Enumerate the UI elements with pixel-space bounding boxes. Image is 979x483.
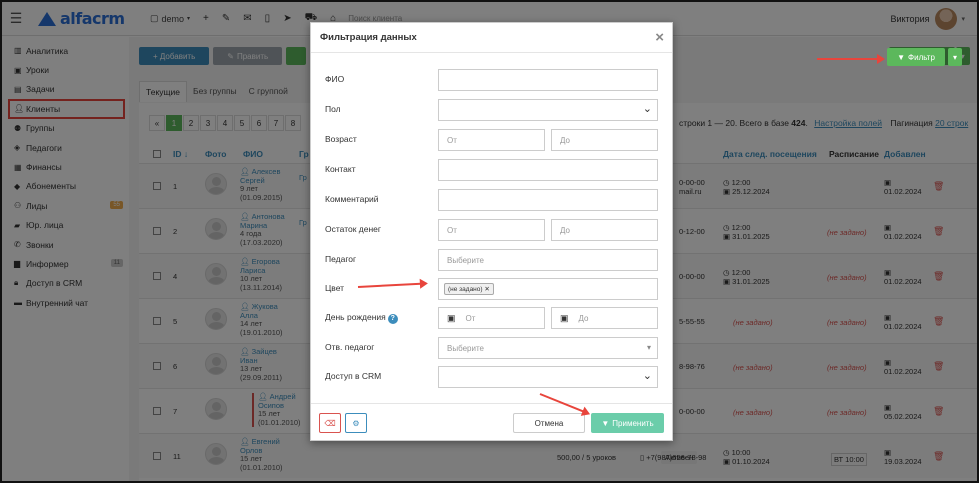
field-label: Контакт <box>325 164 356 174</box>
field-label: Остаток денег <box>325 224 382 234</box>
filter-settings-button[interactable]: ⚙ <box>345 413 367 433</box>
field-age: Возраст От До <box>311 129 674 151</box>
remove-tag-icon[interactable]: ✕ <box>484 286 489 293</box>
age-from-input[interactable]: От <box>438 129 545 151</box>
comment-input[interactable] <box>438 189 658 211</box>
field-crm-access: Доступ в CRM <box>311 366 674 388</box>
color-tag: (не задано) ✕ <box>444 283 494 295</box>
field-label: Отв. педагог <box>325 342 375 352</box>
close-icon[interactable]: × <box>655 29 664 46</box>
apply-button-label: Применить <box>612 418 654 428</box>
field-label: Цвет <box>325 283 345 293</box>
field-label: Комментарий <box>325 194 379 204</box>
fio-input[interactable] <box>438 69 658 91</box>
field-label: Педагог <box>325 254 357 264</box>
gear-icon: ⚙ <box>352 418 360 428</box>
field-fio: ФИО <box>311 69 674 91</box>
age-to-input[interactable]: До <box>551 129 658 151</box>
calendar-icon[interactable]: ▣ <box>447 313 456 324</box>
field-gender: Пол <box>311 99 674 121</box>
field-label: ФИО <box>325 74 345 84</box>
modal-title: Фильтрация данных <box>320 32 417 43</box>
field-label: День рождения? <box>325 312 398 324</box>
field-label: Пол <box>325 104 341 114</box>
app-frame: ☰ alfacrm ▢ demo ▾ + ✎ ✉ ▯ ➤ ⛟ ⌂ Поиск к… <box>0 0 979 483</box>
filter-button-highlight[interactable]: ▼ Фильтр <box>887 48 945 66</box>
eraser-icon: ⌫ <box>324 418 336 428</box>
color-tag-label: (не задано) <box>448 286 483 293</box>
field-label: Доступ в CRM <box>325 371 382 381</box>
color-multiselect[interactable]: (не задано) ✕ <box>438 278 658 300</box>
birthday-label: День рождения <box>325 312 386 322</box>
annotation-arrow-filter <box>817 54 885 64</box>
field-resp-teacher: Отв. педагог Выберите <box>311 337 674 359</box>
filter-modal: Фильтрация данных × ФИО Пол Возраст От Д… <box>310 22 673 441</box>
calendar-icon[interactable]: ▣ <box>560 313 569 324</box>
field-color: Цвет (не задано) ✕ <box>311 278 674 300</box>
gender-select[interactable] <box>438 99 658 121</box>
modal-footer: ⌫ ⚙ Отмена ▼ Применить <box>311 403 672 440</box>
apply-button[interactable]: ▼ Применить <box>591 413 664 433</box>
field-balance: Остаток денег От До <box>311 219 674 241</box>
clear-filter-button[interactable]: ⌫ <box>319 413 341 433</box>
filter-button-label: Фильтр <box>908 52 935 62</box>
help-icon[interactable]: ? <box>387 314 398 324</box>
field-birthday: День рождения? ▣ От ▣ До <box>311 307 674 329</box>
balance-to-input[interactable]: До <box>551 219 658 241</box>
resp-teacher-select[interactable]: Выберите <box>438 337 658 359</box>
cancel-button[interactable]: Отмена <box>513 413 585 433</box>
teacher-select[interactable]: Выберите <box>438 249 658 271</box>
from-placeholder: От <box>465 313 476 323</box>
filter-icon: ▼ <box>601 418 610 428</box>
to-placeholder: До <box>578 313 589 323</box>
filter-dropdown-highlight[interactable]: ▾ <box>948 48 962 66</box>
field-teacher: Педагог Выберите <box>311 249 674 271</box>
filter-icon: ▼ <box>897 52 906 62</box>
balance-from-input[interactable]: От <box>438 219 545 241</box>
modal-header: Фильтрация данных × <box>311 23 672 53</box>
crm-access-select[interactable] <box>438 366 658 388</box>
contact-input[interactable] <box>438 159 658 181</box>
birthday-to-input[interactable]: ▣ До <box>551 307 658 329</box>
field-label: Возраст <box>325 134 357 144</box>
field-contact: Контакт <box>311 159 674 181</box>
field-comment: Комментарий <box>311 189 674 211</box>
birthday-from-input[interactable]: ▣ От <box>438 307 545 329</box>
